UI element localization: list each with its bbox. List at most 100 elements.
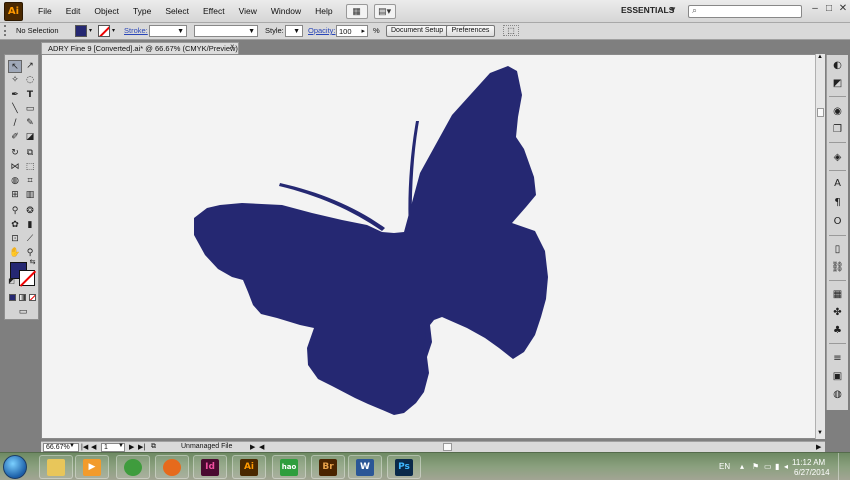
close-window-button[interactable]: ✕ <box>836 3 850 14</box>
maximize-button[interactable]: □ <box>822 3 836 14</box>
chevron-down-icon[interactable]: ▾ <box>89 27 92 34</box>
butterfly-artwork[interactable] <box>42 55 818 439</box>
menu-edit[interactable]: Edit <box>59 6 88 16</box>
arrange-icon[interactable]: ⬚ <box>503 25 519 36</box>
gradient-mode-icon[interactable] <box>19 294 26 301</box>
brushes-panel-icon[interactable]: ✤ <box>830 306 845 320</box>
stroke-color-swatch[interactable] <box>19 270 35 286</box>
minimize-button[interactable]: – <box>808 3 822 14</box>
symbols-panel-icon[interactable]: ♣ <box>830 324 845 338</box>
menu-object[interactable]: Object <box>87 6 126 16</box>
screen-mode-icon[interactable]: ▭ <box>14 306 32 319</box>
taskbar-app-illustrator[interactable]: Ai <box>232 455 266 479</box>
graphic-styles-icon[interactable]: ❐ <box>830 123 845 137</box>
free-transform-tool-icon[interactable]: ⬚ <box>23 161 37 174</box>
appearance-panel-icon[interactable]: ◉ <box>830 105 845 119</box>
taskbar-app-firefox[interactable] <box>155 455 189 479</box>
taskbar-app-explorer[interactable] <box>39 455 73 479</box>
menu-view[interactable]: View <box>232 6 264 16</box>
lasso-tool-icon[interactable]: ◌ <box>23 74 37 87</box>
menu-window[interactable]: Window <box>264 6 308 16</box>
line-tool-icon[interactable]: ╲ <box>8 103 22 116</box>
gradient-tool-icon[interactable]: ▥ <box>23 189 37 202</box>
symbol-sprayer-tool-icon[interactable]: ✿ <box>8 219 22 232</box>
rectangle-tool-icon[interactable]: ▭ <box>23 103 37 116</box>
blend-tool-icon[interactable]: ❂ <box>23 205 37 218</box>
links-panel-icon[interactable]: ⛓ <box>830 261 845 275</box>
layers-panel-icon[interactable]: ◈ <box>830 151 845 165</box>
taskbar-app-media[interactable]: ▶ <box>75 455 109 479</box>
shape-builder-tool-icon[interactable]: ◍ <box>8 175 22 188</box>
opacity-field[interactable]: 100 ▸ <box>336 25 368 37</box>
width-tool-icon[interactable]: ⋈ <box>8 161 22 174</box>
scroll-left-icon[interactable]: ◀ <box>259 443 264 451</box>
pencil-tool-icon[interactable]: ✎ <box>23 117 37 130</box>
bridge-launch-icon[interactable]: ▦ <box>345 3 368 19</box>
rotate-tool-icon[interactable]: ↻ <box>8 147 22 160</box>
color-mode-icon[interactable] <box>9 294 16 301</box>
swap-colors-icon[interactable]: ⇆ <box>28 258 37 267</box>
artboard-tool-icon[interactable]: ⊡ <box>8 233 22 246</box>
taskbar-app-hao123[interactable]: hao <box>272 455 306 479</box>
magic-wand-tool-icon[interactable]: ✧ <box>8 74 22 87</box>
eyedropper-tool-icon[interactable]: ⚲ <box>8 205 22 218</box>
default-colors-icon[interactable]: ◩ <box>7 277 16 286</box>
stroke-panel-icon[interactable]: ≡ <box>830 352 845 366</box>
column-graph-tool-icon[interactable]: ▮ <box>23 219 37 232</box>
flag-icon[interactable]: ⚑ <box>752 462 760 471</box>
first-page-icon[interactable]: |◀ <box>81 443 88 451</box>
chevron-down-icon[interactable]: ▾ <box>112 27 115 34</box>
stroke-color-swatch[interactable] <box>98 25 110 37</box>
horizontal-scroll-thumb[interactable] <box>443 443 452 451</box>
slice-tool-icon[interactable]: ⟋ <box>23 233 37 246</box>
last-page-icon[interactable]: ▶| <box>138 443 145 451</box>
color-guide-icon[interactable]: ◩ <box>830 77 845 91</box>
fill-color-swatch[interactable] <box>75 25 87 37</box>
none-mode-icon[interactable] <box>29 294 36 301</box>
perspective-grid-tool-icon[interactable]: ⌗ <box>23 175 37 188</box>
graphic-style-dropdown[interactable]: ▼ <box>285 25 303 37</box>
stroke-label[interactable]: Stroke: <box>124 26 148 35</box>
chevron-right-icon[interactable]: ▶ <box>250 443 255 451</box>
network-icon[interactable]: ▮ <box>775 462 783 471</box>
scroll-down-icon[interactable]: ▼ <box>817 430 823 436</box>
taskbar-app-indesign[interactable]: Id <box>193 455 227 479</box>
opacity-label[interactable]: Opacity: <box>308 26 336 35</box>
hand-tool-icon[interactable]: ✋ <box>8 247 22 260</box>
language-indicator[interactable]: EN <box>719 462 730 471</box>
app-logo[interactable]: Ai <box>4 1 23 21</box>
selection-tool-icon[interactable]: ↖ <box>8 60 22 73</box>
variable-width-profile[interactable]: ▼ <box>194 25 258 37</box>
document-info-icon[interactable]: ▯ <box>830 243 845 257</box>
taskbar-app-photoshop[interactable]: Ps <box>387 455 421 479</box>
close-icon[interactable]: × <box>230 42 235 51</box>
swatches-panel-icon[interactable]: ▦ <box>830 288 845 302</box>
show-desktop-button[interactable] <box>838 453 849 480</box>
chevron-down-icon[interactable]: ▼ <box>118 443 124 449</box>
taskbar-app-word[interactable]: W <box>348 455 382 479</box>
tray-arrow-icon[interactable]: ▴ <box>740 462 748 471</box>
gradient-panel-icon[interactable]: ▣ <box>830 370 845 384</box>
blob-brush-tool-icon[interactable]: ✐ <box>8 131 22 144</box>
document-tab[interactable]: ADRY Fine 9 [Converted].ai* @ 66.67% (CM… <box>41 42 239 54</box>
menu-help[interactable]: Help <box>308 6 339 16</box>
menu-effect[interactable]: Effect <box>196 6 232 16</box>
pen-tool-icon[interactable]: ✒ <box>8 89 22 102</box>
mesh-tool-icon[interactable]: ⊞ <box>8 189 22 202</box>
arrange-documents-icon[interactable]: ▤▾ <box>373 3 396 19</box>
preferences-button[interactable]: Preferences <box>446 25 495 37</box>
paintbrush-tool-icon[interactable]: ∕ <box>8 117 22 130</box>
display-icon[interactable]: ▭ <box>764 462 772 471</box>
color-panel-icon[interactable]: ◐ <box>830 59 845 73</box>
workspace-switcher[interactable]: ESSENTIALS <box>621 5 674 15</box>
scale-tool-icon[interactable]: ⧉ <box>23 147 37 160</box>
scroll-up-icon[interactable]: ▲ <box>817 54 823 60</box>
direct-selection-tool-icon[interactable]: ↗ <box>23 60 37 73</box>
clock-date[interactable]: 6/27/2014 <box>794 468 830 477</box>
artboard-canvas[interactable] <box>41 54 818 439</box>
taskbar-app-chrome[interactable] <box>116 455 150 479</box>
document-setup-button[interactable]: Document Setup <box>386 25 449 37</box>
scroll-thumb[interactable] <box>817 108 824 117</box>
reveal-icon[interactable]: ⧉ <box>151 443 156 451</box>
volume-icon[interactable]: ◂ <box>784 462 792 471</box>
